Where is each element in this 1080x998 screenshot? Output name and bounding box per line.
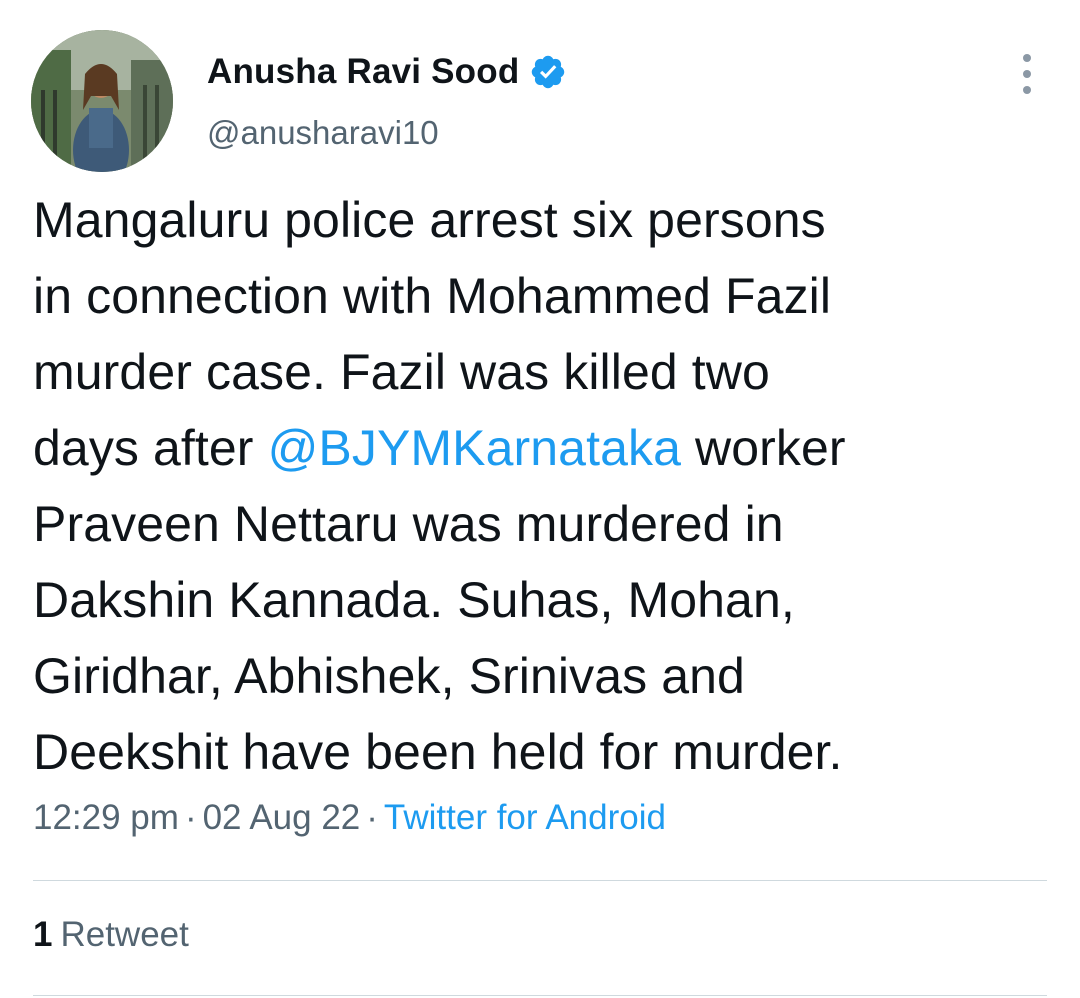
tweet-line: Giridhar, Abhishek, Srinivas and [33, 638, 1043, 714]
divider [33, 880, 1047, 881]
tweet-header: Anusha Ravi Sood @anusharavi10 [0, 0, 1080, 180]
tweet-line: in connection with Mohammed Fazil [33, 258, 1043, 334]
tweet-line-text: in connection with Mohammed Fazil [33, 268, 832, 324]
tweet-line-text: Praveen Nettaru was murdered in [33, 496, 784, 552]
more-vertical-icon[interactable] [1012, 54, 1042, 94]
avatar[interactable] [31, 30, 173, 172]
author-display-name[interactable]: Anusha Ravi Sood [207, 52, 519, 92]
tweet-meta: 12:29 pm · 02 Aug 22 · Twitter for Android [33, 798, 666, 838]
tweet-text: Mangaluru police arrest six persons in c… [33, 182, 1043, 790]
tweet-line-text: Mangaluru police arrest six persons [33, 192, 826, 248]
tweet-line-text: Giridhar, Abhishek, Srinivas and [33, 648, 745, 704]
tweet-line-text: murder case. Fazil was killed two [33, 344, 770, 400]
meta-separator: · [184, 798, 197, 837]
retweet-stats[interactable]: 1 Retweet [33, 915, 189, 955]
retweet-label: Retweet [60, 915, 189, 954]
tweet-line: Praveen Nettaru was murdered in [33, 486, 1043, 562]
tweet-line-text: worker [681, 420, 846, 476]
tweet-line-text: Dakshin Kannada. Suhas, Mohan, [33, 572, 795, 628]
tweet-source-link[interactable]: Twitter for Android [384, 798, 666, 837]
menu-dot [1023, 70, 1031, 78]
author-handle[interactable]: @anusharavi10 [207, 114, 439, 152]
tweet-line: days after @BJYMKarnataka worker [33, 410, 1043, 486]
tweet-date[interactable]: 02 Aug 22 [203, 798, 361, 837]
tweet-line-text: Deekshit have been held for murder. [33, 724, 843, 780]
tweet-line: murder case. Fazil was killed two [33, 334, 1043, 410]
tweet-line: Dakshin Kannada. Suhas, Mohan, [33, 562, 1043, 638]
menu-dot [1023, 54, 1031, 62]
tweet-line: Deekshit have been held for murder. [33, 714, 1043, 790]
tweet-line: Mangaluru police arrest six persons [33, 182, 1043, 258]
tweet-time[interactable]: 12:29 pm [33, 798, 179, 837]
divider [33, 995, 1047, 996]
mention-link[interactable]: @BJYMKarnataka [268, 420, 681, 476]
author-name-row: Anusha Ravi Sood [207, 50, 567, 94]
retweet-count: 1 [33, 915, 53, 954]
verified-badge-icon [529, 53, 567, 91]
profile-photo [31, 30, 173, 172]
menu-dot [1023, 86, 1031, 94]
tweet-line-text: days after [33, 420, 268, 476]
meta-separator: · [366, 798, 378, 837]
